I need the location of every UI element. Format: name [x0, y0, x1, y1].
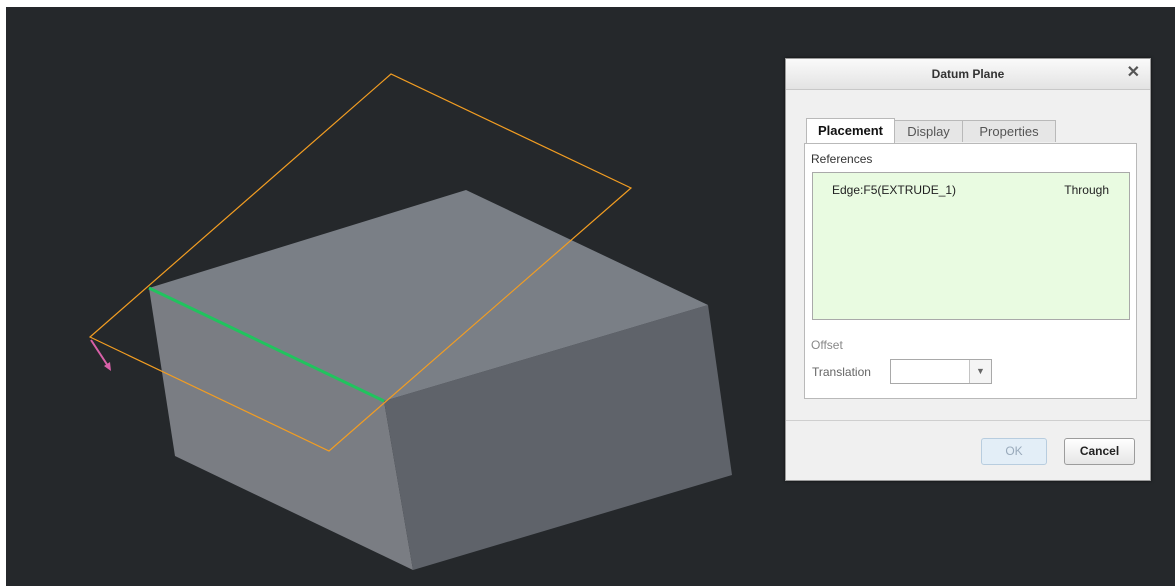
chevron-down-icon[interactable]: ▼: [969, 360, 991, 383]
translation-dropdown[interactable]: ▼: [890, 359, 992, 384]
references-label: References: [811, 152, 873, 166]
close-icon[interactable]: ✕: [1127, 64, 1140, 82]
references-collector[interactable]: Edge:F5(EXTRUDE_1) Through: [812, 172, 1130, 320]
reference-row[interactable]: Edge:F5(EXTRUDE_1) Through: [813, 183, 1129, 201]
tab-placement[interactable]: Placement: [806, 118, 895, 143]
cancel-button[interactable]: Cancel: [1064, 438, 1135, 465]
dialog-title: Datum Plane: [931, 67, 1005, 81]
ok-button[interactable]: OK: [981, 438, 1047, 465]
translation-label: Translation: [812, 365, 871, 379]
tab-properties[interactable]: Properties: [962, 120, 1056, 142]
reference-entity: Edge:F5(EXTRUDE_1): [832, 183, 957, 197]
placement-panel: References Edge:F5(EXTRUDE_1) Through Of…: [804, 143, 1137, 399]
title-bar[interactable]: Datum Plane ✕: [786, 59, 1150, 90]
direction-arrow-icon[interactable]: [90, 339, 111, 371]
datum-plane-dialog: Datum Plane ✕ Placement Display Properti…: [785, 58, 1151, 481]
button-divider: [786, 420, 1150, 421]
offset-label: Offset: [811, 338, 843, 352]
reference-constraint-type[interactable]: Through: [1064, 183, 1109, 197]
tab-display[interactable]: Display: [894, 120, 963, 142]
